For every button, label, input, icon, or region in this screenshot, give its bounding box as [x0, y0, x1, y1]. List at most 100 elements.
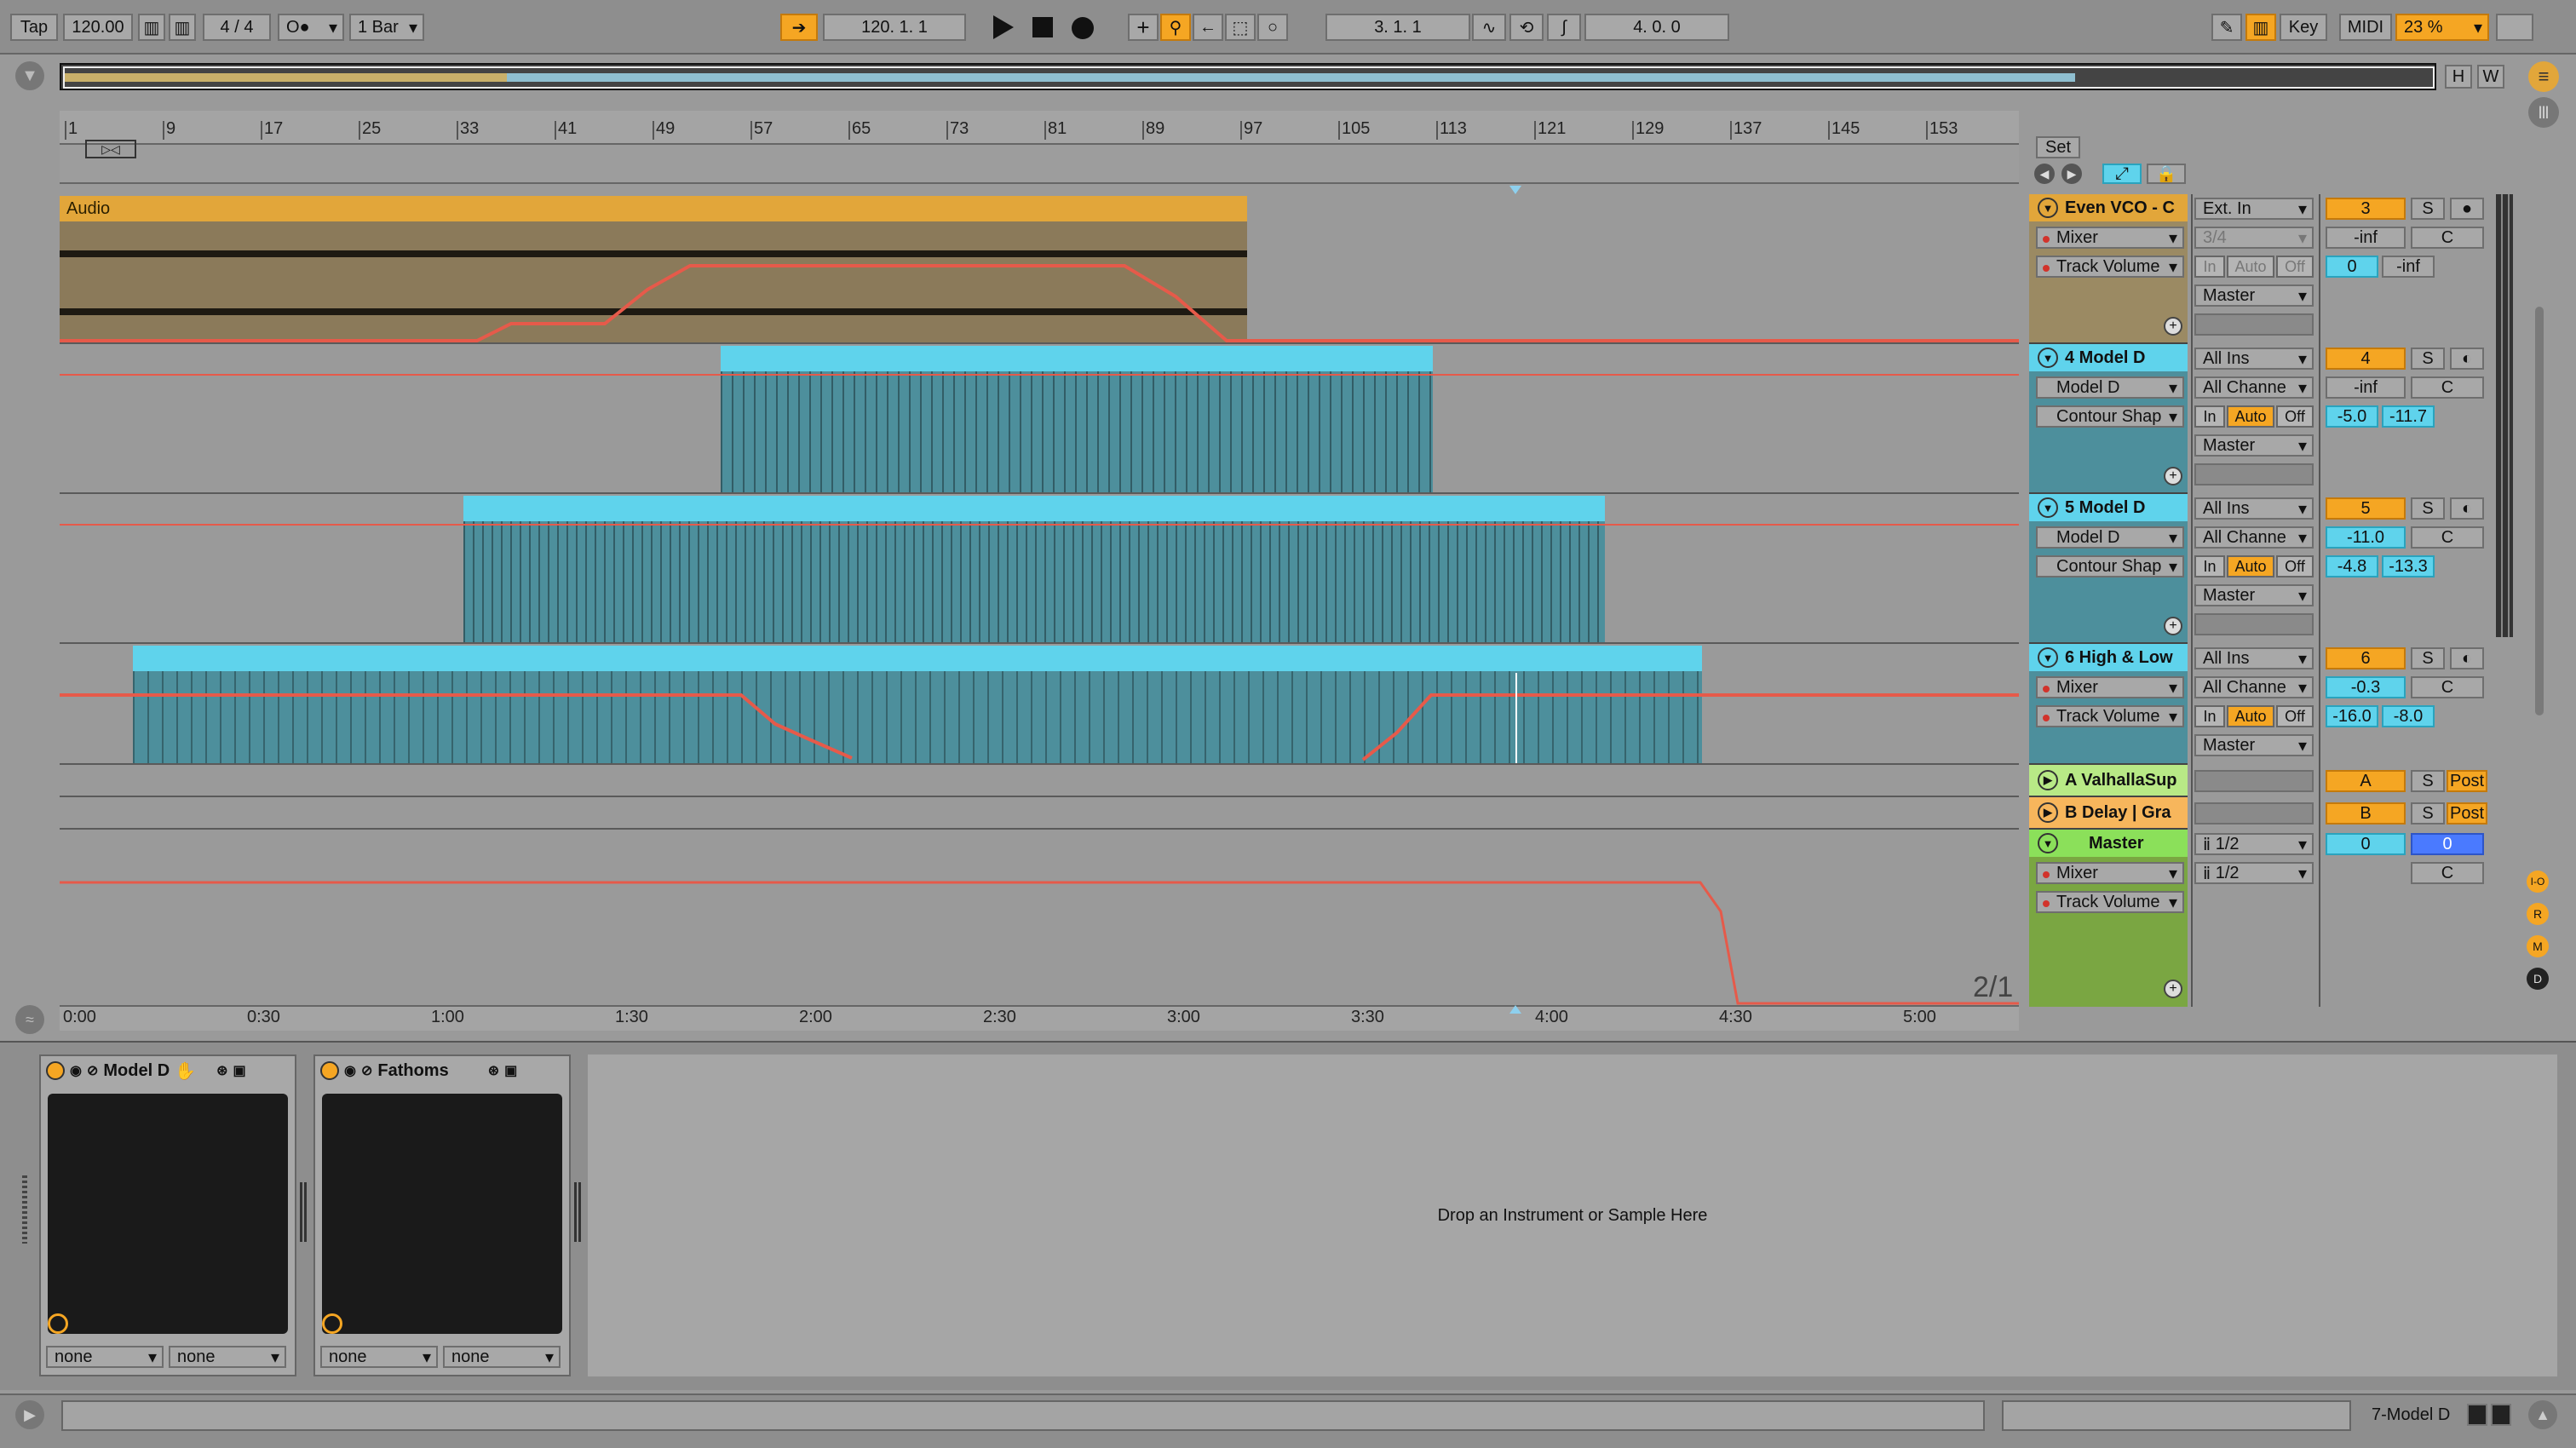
- track-activator[interactable]: 4: [2326, 348, 2406, 370]
- midi-map-button[interactable]: MIDI: [2339, 14, 2392, 41]
- fold-icon[interactable]: ▼: [2038, 348, 2058, 368]
- input-channel-chooser[interactable]: All Channe: [2194, 526, 2314, 549]
- device-on-icon[interactable]: [320, 1061, 339, 1080]
- volume-field[interactable]: -0.3: [2326, 676, 2406, 698]
- main-out-chooser[interactable]: ⅱ 1/2: [2194, 862, 2314, 884]
- overview-w-button[interactable]: W: [2477, 65, 2504, 89]
- send-a-field[interactable]: -16.0: [2326, 705, 2378, 727]
- return-a-activator[interactable]: A: [2326, 770, 2406, 792]
- master-cue-field[interactable]: 0: [2411, 833, 2484, 855]
- macro-chooser-1[interactable]: none: [320, 1346, 438, 1368]
- fold-icon[interactable]: ▼: [2038, 647, 2058, 668]
- solo-button[interactable]: S: [2411, 198, 2445, 220]
- track-title-5-model-d[interactable]: ▼ 5 Model D: [2029, 494, 2188, 521]
- arm-button[interactable]: ●: [2450, 198, 2484, 220]
- input-channel-chooser[interactable]: All Channe: [2194, 676, 2314, 698]
- track-header-4-model-d[interactable]: ▼ 4 Model D Model D Contour Shap +: [2029, 344, 2188, 494]
- expand-tracks-icon[interactable]: ⤢: [2102, 164, 2142, 184]
- device-chooser[interactable]: Mixer: [2036, 676, 2184, 698]
- vertical-scrollbar[interactable]: [2535, 307, 2544, 715]
- track-activator[interactable]: 6: [2326, 647, 2406, 669]
- track-activator[interactable]: 3: [2326, 198, 2406, 220]
- track-header-return-a[interactable]: ▶ A ValhallaSup: [2029, 765, 2188, 797]
- device-on-icon[interactable]: [46, 1061, 65, 1080]
- output-channel-chooser[interactable]: [2194, 313, 2314, 336]
- device-chooser[interactable]: Model D: [2036, 526, 2184, 549]
- arm-button[interactable]: ◐: [2450, 348, 2484, 370]
- output-chooser[interactable]: Master: [2194, 734, 2314, 756]
- device-title-bar[interactable]: ◉ ⊘ Model D ✋ ⊛ ▣: [41, 1056, 295, 1085]
- master-pan-field[interactable]: C: [2411, 862, 2484, 884]
- lock-icon[interactable]: 🔒: [2147, 164, 2186, 184]
- return-b-post[interactable]: Post: [2447, 802, 2487, 825]
- macro-chooser-2[interactable]: none: [443, 1346, 561, 1368]
- monitor-off-button[interactable]: Off: [2276, 256, 2314, 278]
- device-divider[interactable]: [574, 1182, 581, 1242]
- device-title-bar[interactable]: ◉ ⊘ Fathoms ⊛ ▣: [315, 1056, 569, 1085]
- settings-icon[interactable]: ⊛: [488, 1062, 499, 1079]
- send-a-field[interactable]: -5.0: [2326, 405, 2378, 428]
- track-title-master[interactable]: ▼ Master: [2029, 830, 2188, 857]
- pan-field[interactable]: C: [2411, 227, 2484, 249]
- fold-icon[interactable]: ▶: [2038, 802, 2058, 823]
- input-type-chooser[interactable]: All Ins: [2194, 348, 2314, 370]
- track-title-return-a[interactable]: ▶ A ValhallaSup: [2029, 765, 2188, 796]
- next-locator-icon[interactable]: ▶: [2061, 164, 2082, 184]
- monitor-in-button[interactable]: In: [2194, 256, 2225, 278]
- send-b-field[interactable]: -13.3: [2382, 555, 2435, 577]
- device-divider[interactable]: [300, 1182, 307, 1242]
- macro-knob-icon[interactable]: [48, 1313, 68, 1334]
- device-chooser[interactable]: Mixer: [2036, 862, 2184, 884]
- param-chooser[interactable]: Track Volume: [2036, 891, 2184, 913]
- hot-swap-icon[interactable]: ⊘: [87, 1062, 98, 1079]
- input-type-chooser[interactable]: Ext. In: [2194, 198, 2314, 220]
- return-b-activator[interactable]: B: [2326, 802, 2406, 825]
- mini-view-icon-2[interactable]: [2491, 1404, 2511, 1426]
- pan-field[interactable]: C: [2411, 526, 2484, 549]
- returns-toggle-icon[interactable]: R: [2527, 903, 2549, 925]
- param-chooser[interactable]: Contour Shap: [2036, 555, 2184, 577]
- output-channel-chooser[interactable]: [2194, 613, 2314, 635]
- device-chooser[interactable]: Mixer: [2036, 227, 2184, 249]
- keyboard-icon[interactable]: ▥: [2245, 14, 2276, 41]
- input-type-chooser[interactable]: All Ins: [2194, 497, 2314, 520]
- solo-button[interactable]: S: [2411, 348, 2445, 370]
- track-header-6-high-low[interactable]: ▼ 6 High & Low Mixer Track Volume: [2029, 644, 2188, 765]
- volume-field[interactable]: -inf: [2326, 376, 2406, 399]
- settings-icon[interactable]: ⊛: [216, 1062, 227, 1079]
- param-chooser[interactable]: Contour Shap: [2036, 405, 2184, 428]
- zoom-icon[interactable]: ≈: [15, 1005, 44, 1034]
- output-chooser[interactable]: Master: [2194, 584, 2314, 606]
- track-header-5-model-d[interactable]: ▼ 5 Model D Model D Contour Shap +: [2029, 494, 2188, 644]
- macro-chooser-2[interactable]: none: [169, 1346, 286, 1368]
- send-a-field[interactable]: -4.8: [2326, 555, 2378, 577]
- fold-device-icon[interactable]: ◉: [344, 1062, 356, 1079]
- solo-button[interactable]: S: [2411, 647, 2445, 669]
- track-header-master[interactable]: ▼ Master Mixer Track Volume +: [2029, 830, 2188, 1007]
- plugin-display[interactable]: [322, 1094, 562, 1334]
- send-b-field[interactable]: -11.7: [2382, 405, 2435, 428]
- fold-icon[interactable]: ▼: [2038, 198, 2058, 218]
- param-chooser[interactable]: Track Volume: [2036, 705, 2184, 727]
- expand-left-icon[interactable]: ▶: [15, 1400, 44, 1429]
- track-header-return-b[interactable]: ▶ B Delay | Gra: [2029, 797, 2188, 830]
- output-chooser[interactable]: Master: [2194, 434, 2314, 457]
- return-a-output[interactable]: [2194, 770, 2314, 792]
- pan-field[interactable]: C: [2411, 376, 2484, 399]
- mixer-toggle-icon[interactable]: M: [2527, 935, 2549, 957]
- track-header-even-vco[interactable]: ▼ Even VCO - C Mixer Track Volume +: [2029, 194, 2188, 344]
- monitor-auto-button[interactable]: Auto: [2227, 555, 2274, 577]
- save-icon[interactable]: ▣: [504, 1062, 517, 1079]
- monitor-in-button[interactable]: In: [2194, 405, 2225, 428]
- add-lane-icon[interactable]: +: [2164, 467, 2182, 486]
- track-title-4-model-d[interactable]: ▼ 4 Model D: [2029, 344, 2188, 371]
- input-channel-chooser[interactable]: 3/4: [2194, 227, 2314, 249]
- arm-button[interactable]: ◐: [2450, 647, 2484, 669]
- fold-icon[interactable]: ▼: [2038, 833, 2058, 853]
- monitor-auto-button[interactable]: Auto: [2227, 405, 2274, 428]
- monitor-off-button[interactable]: Off: [2276, 555, 2314, 577]
- add-lane-icon[interactable]: +: [2164, 980, 2182, 998]
- device-model-d[interactable]: ◉ ⊘ Model D ✋ ⊛ ▣ none none: [39, 1054, 296, 1376]
- cpu-meter[interactable]: 23 %: [2395, 14, 2489, 41]
- expand-bottom-icon[interactable]: ▲: [2528, 1400, 2557, 1429]
